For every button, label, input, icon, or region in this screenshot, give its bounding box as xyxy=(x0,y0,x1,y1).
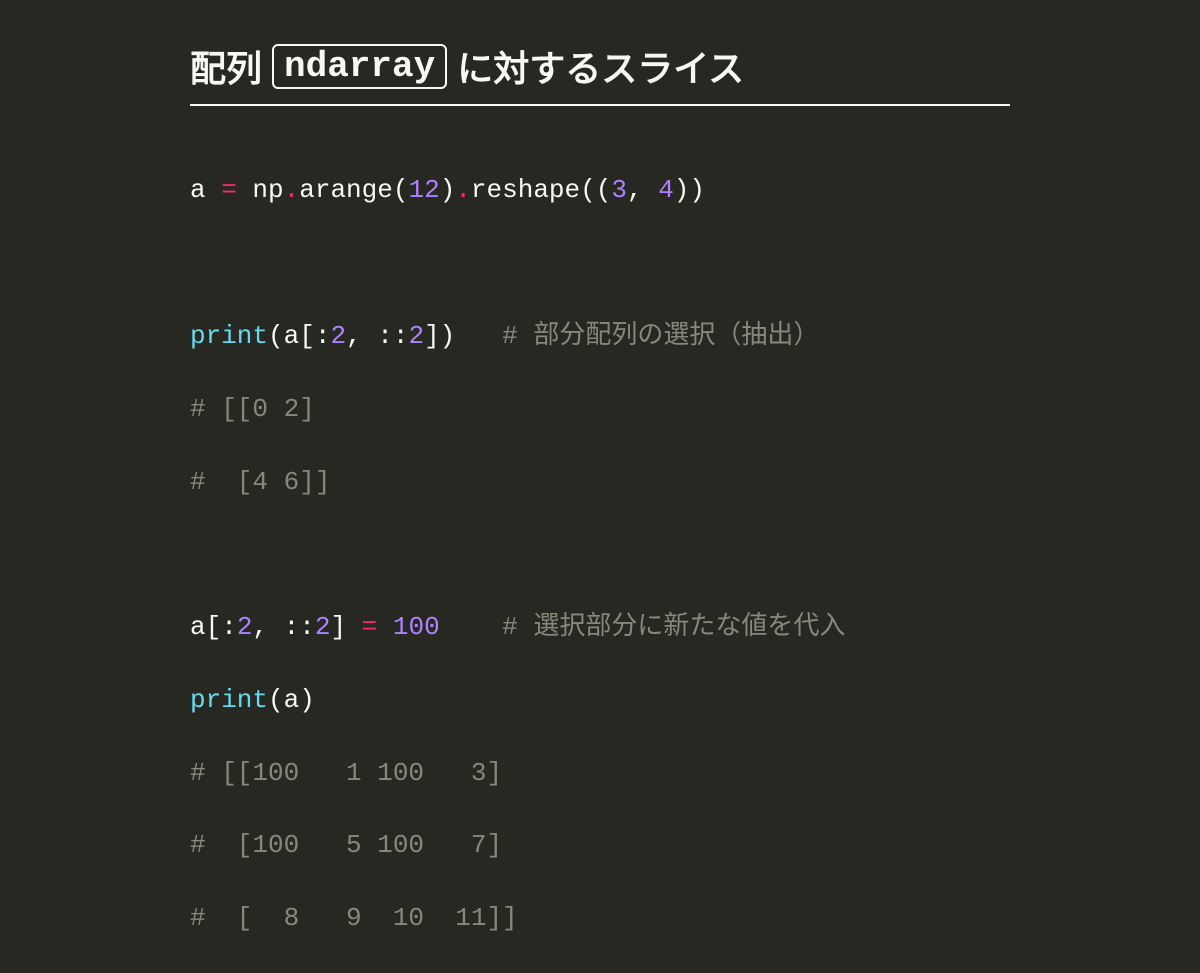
title-suffix: に対するスライス xyxy=(457,40,744,92)
code-line-9: # [[100 1 100 3] xyxy=(190,755,1010,791)
code-line-blank xyxy=(190,245,1010,281)
code-line-4: # [[0 2] xyxy=(190,391,1010,427)
code-line-blank xyxy=(190,536,1010,572)
code-line-8: print(a) xyxy=(190,682,1010,718)
code-line-11: # [ 8 9 10 11]] xyxy=(190,900,1010,936)
code-line-3: print(a[:2, ::2]) # 部分配列の選択（抽出） xyxy=(190,318,1010,354)
code-line-1: a = np.arange(12).reshape((3, 4)) xyxy=(190,172,1010,208)
code-block: a = np.arange(12).reshape((3, 4)) print(… xyxy=(190,136,1010,973)
code-line-10: # [100 5 100 7] xyxy=(190,827,1010,863)
code-line-7: a[:2, ::2] = 100 # 選択部分に新たな値を代入 xyxy=(190,609,1010,645)
page-title: 配列 ndarray に対するスライス xyxy=(190,40,1010,106)
title-badge: ndarray xyxy=(272,44,447,89)
title-prefix: 配列 xyxy=(190,40,262,92)
code-line-5: # [4 6]] xyxy=(190,464,1010,500)
